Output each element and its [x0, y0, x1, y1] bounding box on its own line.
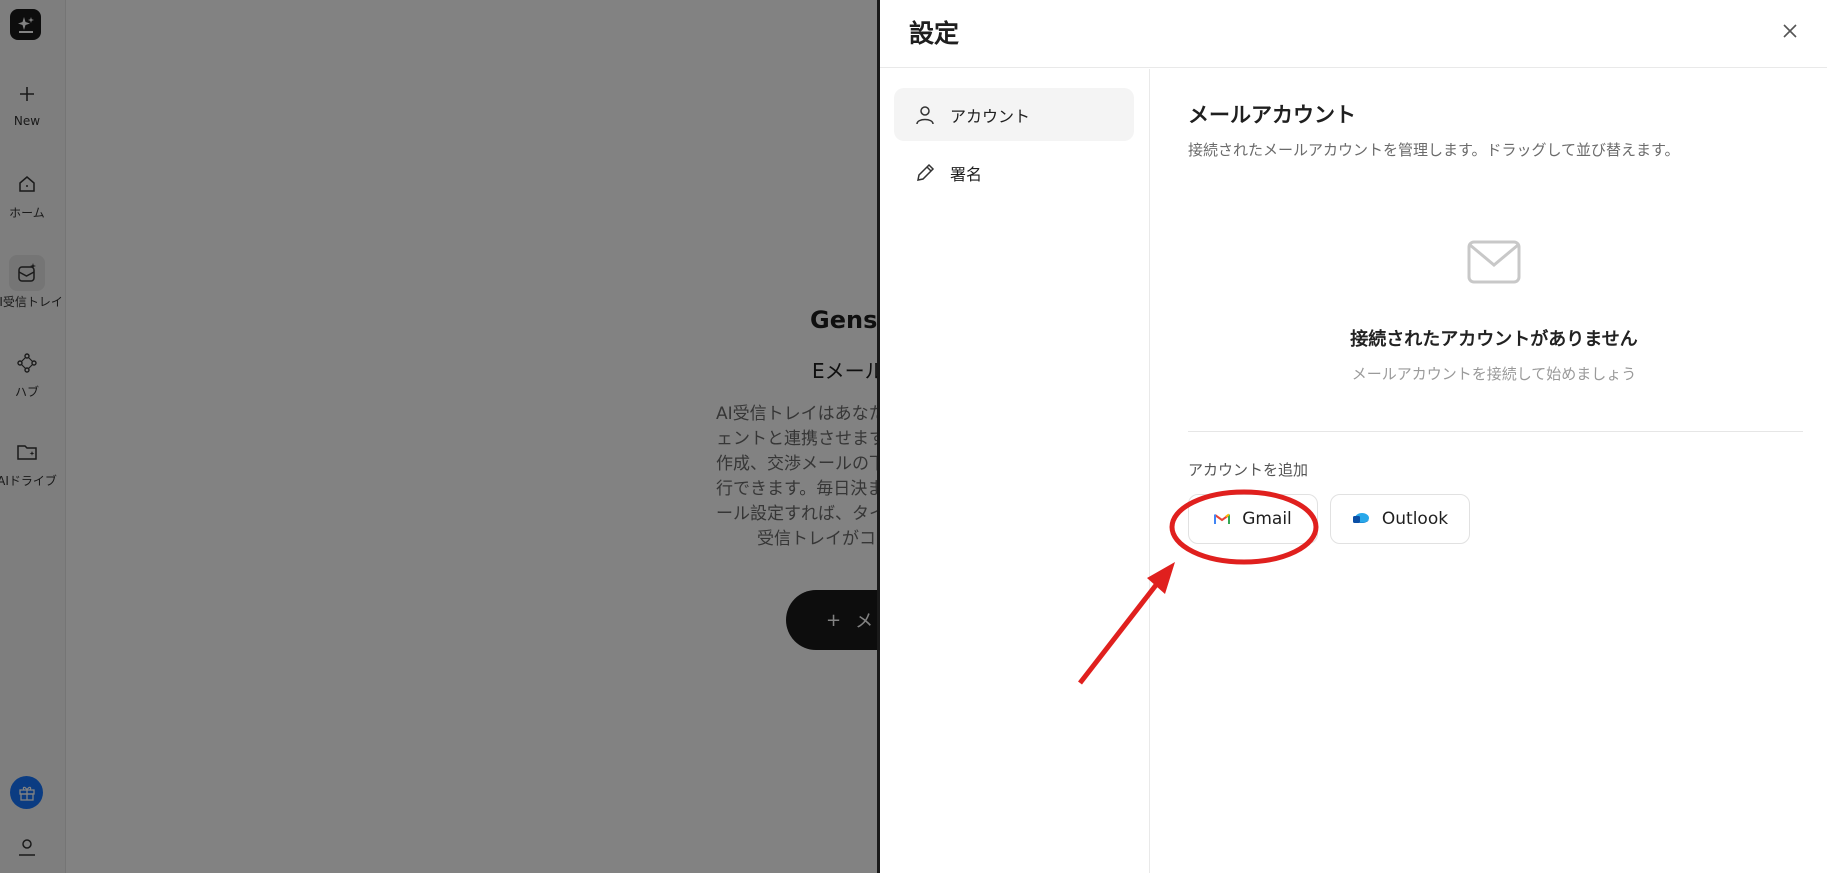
empty-state-description: メールアカウントを接続して始めましょう	[1351, 365, 1637, 383]
section-title: メールアカウント	[1188, 103, 1356, 127]
empty-state-title: 接続されたアカウントがありません	[1350, 329, 1638, 350]
settings-header: 設定	[880, 0, 1827, 68]
mail-icon	[1467, 240, 1521, 284]
add-account-label: アカウントを追加	[1188, 461, 1309, 479]
nav-item-account[interactable]: アカウント	[894, 88, 1134, 141]
outlook-label: Outlook	[1381, 509, 1449, 529]
user-icon	[916, 105, 934, 124]
provider-buttons: Gmail Outlook	[1188, 494, 1470, 544]
empty-state: 接続されたアカウントがありません メールアカウントを接続して始めましょう	[1188, 239, 1800, 384]
settings-title: 設定	[909, 19, 960, 48]
gmail-icon	[1214, 513, 1231, 524]
gmail-button[interactable]: Gmail	[1188, 494, 1318, 544]
pencil-icon	[917, 163, 935, 181]
settings-nav: アカウント 署名	[880, 69, 1150, 873]
gmail-label: Gmail	[1242, 509, 1292, 529]
divider	[1188, 431, 1803, 432]
outlook-icon	[1352, 513, 1369, 523]
nav-item-label: アカウント	[950, 106, 1031, 126]
close-icon[interactable]	[1775, 16, 1805, 46]
nav-item-label: 署名	[950, 164, 983, 184]
outlook-button[interactable]: Outlook	[1330, 494, 1470, 544]
settings-panel: 設定 アカウント 署名 メールアカウント 接続されたメールアカウントを管理します…	[877, 0, 1827, 873]
modal-overlay[interactable]	[0, 0, 877, 873]
nav-item-signature[interactable]: 署名	[894, 146, 1134, 199]
section-description: 接続されたメールアカウントを管理します。ドラッグして並び替えます。	[1188, 141, 1680, 159]
